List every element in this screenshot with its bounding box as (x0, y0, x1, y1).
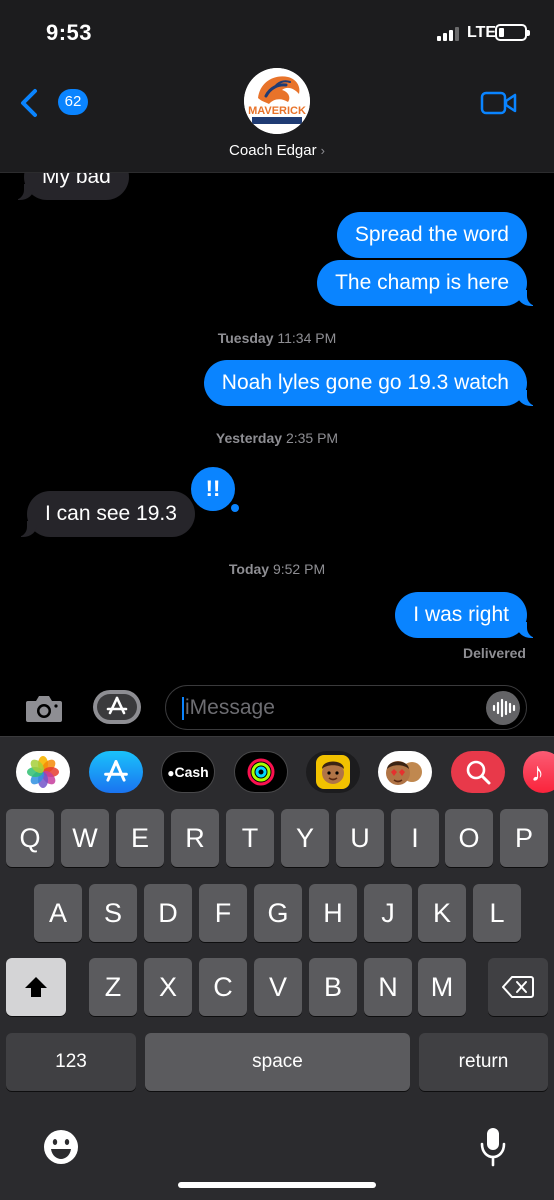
network-type: LTE (467, 24, 497, 41)
memoji-icon (316, 755, 350, 789)
activity-rings-icon (247, 758, 275, 786)
key-a[interactable]: A (34, 884, 82, 942)
key-m[interactable]: M (418, 958, 466, 1016)
app-store-drawer-button[interactable] (93, 690, 141, 724)
contact-name-button[interactable]: Coach Edgar › (0, 142, 554, 159)
status-time: 9:53 (46, 20, 93, 45)
outgoing-message-bubble[interactable]: I was right (395, 592, 541, 638)
key-b[interactable]: B (309, 958, 357, 1016)
timestamp-day: Yesterday (215, 430, 283, 446)
chevron-left-icon (21, 89, 37, 117)
text-caret (182, 697, 184, 720)
compose-bar: iMessage (0, 680, 554, 736)
apple-cash-app-button[interactable]: ●Cash (161, 751, 215, 793)
keyboard: Q W E R T Y U I O P A S D F G H J K L Z … (0, 806, 554, 1200)
key-e[interactable]: E (116, 809, 164, 867)
audio-message-button[interactable] (486, 691, 520, 725)
incoming-message-bubble[interactable]: I can see 19.3 (13, 491, 195, 537)
key-d[interactable]: D (144, 884, 192, 942)
key-i[interactable]: I (391, 809, 439, 867)
contact-avatar[interactable]: MAVERICK (244, 68, 310, 134)
key-h[interactable]: H (309, 884, 357, 942)
message-timestamp: Yesterday 2:35 PM (0, 430, 554, 446)
key-n[interactable]: N (364, 958, 412, 1016)
message-timestamp: Today 9:52 PM (0, 561, 554, 577)
key-u[interactable]: U (336, 809, 384, 867)
numbers-key[interactable]: 123 (6, 1033, 136, 1091)
timestamp-day: Today (228, 561, 270, 577)
conversation-header: 9:53 LTE 62 MAVERICK Coach Edgar › (0, 0, 554, 173)
backspace-icon (502, 976, 534, 998)
shift-key[interactable] (6, 958, 66, 1016)
key-j[interactable]: J (364, 884, 412, 942)
key-o[interactable]: O (445, 809, 493, 867)
photos-icon (27, 756, 59, 788)
timestamp-time: 2:35 PM (285, 430, 339, 446)
music-app-button[interactable]: ♪ (523, 751, 554, 793)
key-t[interactable]: T (226, 809, 274, 867)
key-f[interactable]: F (199, 884, 247, 942)
emoji-keyboard-icon[interactable] (42, 1128, 80, 1166)
contact-name: Coach Edgar (229, 142, 317, 159)
shift-arrow-icon (25, 977, 47, 997)
space-bar[interactable]: space (145, 1033, 410, 1091)
battery-icon (495, 24, 530, 41)
outgoing-message-bubble[interactable]: Spread the word (336, 212, 527, 258)
key-v[interactable]: V (254, 958, 302, 1016)
app-store-app-button[interactable] (89, 751, 143, 793)
messages-screen: 9:53 LTE 62 MAVERICK Coach Edgar › My ba… (0, 0, 554, 1200)
outgoing-message-bubble[interactable]: Noah lyles gone go 19.3 watch (203, 360, 542, 406)
message-input-placeholder: iMessage (185, 696, 275, 719)
apple-cash-label: Cash (174, 764, 209, 780)
chevron-right-icon: › (320, 143, 325, 158)
timestamp-day: Tuesday (217, 330, 274, 346)
key-k[interactable]: K (418, 884, 466, 942)
key-s[interactable]: S (89, 884, 137, 942)
key-r[interactable]: R (171, 809, 219, 867)
imessage-app-drawer: ●Cash ♪ (0, 736, 554, 807)
home-indicator[interactable] (178, 1182, 376, 1188)
unread-count-badge: 62 (58, 89, 88, 115)
facetime-video-icon[interactable] (480, 90, 518, 116)
maverick-logo-icon: MAVERICK (244, 68, 310, 134)
key-l[interactable]: L (473, 884, 521, 942)
memoji-app-button[interactable] (306, 751, 360, 793)
key-y[interactable]: Y (281, 809, 329, 867)
camera-icon[interactable] (24, 692, 64, 724)
outgoing-message-bubble[interactable]: The champ is here (317, 260, 541, 306)
back-button[interactable]: 62 (18, 86, 88, 120)
key-z[interactable]: Z (89, 958, 137, 1016)
delete-key[interactable] (488, 958, 548, 1016)
apple-cash-icon: ●Cash (167, 764, 209, 780)
key-g[interactable]: G (254, 884, 302, 942)
key-c[interactable]: C (199, 958, 247, 1016)
key-w[interactable]: W (61, 809, 109, 867)
key-q[interactable]: Q (6, 809, 54, 867)
message-timestamp: Tuesday 11:34 PM (0, 330, 554, 346)
web-search-icon (466, 760, 491, 785)
tapback-tail-dot (231, 504, 239, 512)
return-key[interactable]: return (419, 1033, 548, 1091)
incoming-message-bubble[interactable]: My bad (10, 172, 129, 200)
key-p[interactable]: P (500, 809, 548, 867)
app-store-icon (106, 696, 128, 715)
memoji-stickers-icon (386, 761, 422, 785)
delivery-status: Delivered (462, 645, 526, 661)
message-list: My bad Spread the word The champ is here… (0, 172, 554, 680)
app-store-icon (104, 760, 128, 782)
cellular-signal-icon (437, 26, 461, 41)
activity-app-button[interactable] (234, 751, 288, 793)
photos-app-button[interactable] (16, 751, 70, 793)
waveform-icon (492, 698, 516, 718)
avatar-logo-text: MAVERICK (248, 105, 306, 117)
timestamp-time: 9:52 PM (272, 561, 326, 577)
timestamp-time: 11:34 PM (277, 330, 337, 346)
memoji-stickers-app-button[interactable] (378, 751, 432, 793)
music-icon: ♪ (531, 756, 544, 787)
key-x[interactable]: X (144, 958, 192, 1016)
web-search-app-button[interactable] (451, 751, 505, 793)
dictation-microphone-icon[interactable] (478, 1126, 508, 1168)
message-input[interactable]: iMessage (165, 685, 527, 730)
